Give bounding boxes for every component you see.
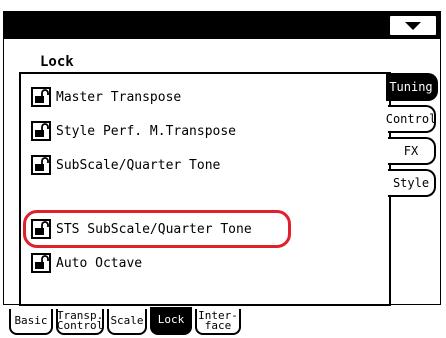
lock-item-label: SubScale/Quarter Tone bbox=[56, 157, 221, 173]
tab-label: Transp. Control bbox=[56, 309, 104, 332]
lock-open-icon[interactable] bbox=[31, 155, 51, 175]
section-title: Lock bbox=[40, 54, 74, 70]
lock-open-icon[interactable] bbox=[31, 253, 51, 273]
bottom-tab-bar: Basic Transp. Control Scale Lock Inter- … bbox=[9, 305, 244, 335]
lock-item-auto-octave[interactable]: Auto Octave bbox=[31, 250, 142, 276]
tab-control[interactable]: Control bbox=[385, 105, 437, 133]
title-bar bbox=[3, 11, 441, 39]
page-menu-button[interactable] bbox=[389, 15, 437, 36]
lock-open-icon[interactable] bbox=[31, 87, 51, 107]
lock-item-sts-subscale-quarter-tone[interactable]: STS SubScale/Quarter Tone bbox=[31, 216, 252, 242]
tab-label: Lock bbox=[157, 313, 185, 326]
lock-open-icon[interactable] bbox=[31, 121, 51, 141]
tab-label: Inter- face bbox=[198, 309, 238, 332]
lock-item-subscale-quarter-tone[interactable]: SubScale/Quarter Tone bbox=[31, 152, 220, 178]
tab-interface[interactable]: Inter- face bbox=[195, 309, 241, 335]
tab-label: Control bbox=[385, 112, 437, 126]
lock-item-style-perf-transpose[interactable]: Style Perf. M.Transpose bbox=[31, 118, 236, 144]
triangle-down-icon bbox=[405, 21, 421, 30]
lock-open-icon[interactable] bbox=[31, 219, 51, 239]
tab-lock[interactable]: Lock bbox=[150, 307, 192, 335]
tab-tuning[interactable]: Tuning bbox=[386, 73, 438, 101]
tab-label: Basic bbox=[14, 314, 48, 327]
tab-label: Tuning bbox=[389, 80, 433, 94]
tab-label: FX bbox=[403, 144, 419, 158]
tab-label: Scale bbox=[110, 314, 144, 327]
lock-item-master-transpose[interactable]: Master Transpose bbox=[31, 84, 181, 110]
lock-page-screen: Lock Master Transpose Style Perf. M.Tran… bbox=[3, 11, 443, 337]
lock-list: Master Transpose Style Perf. M.Transpose bbox=[19, 72, 391, 306]
lock-item-label: STS SubScale/Quarter Tone bbox=[56, 221, 252, 237]
lock-item-label: Style Perf. M.Transpose bbox=[56, 123, 237, 139]
tab-style[interactable]: Style bbox=[388, 169, 436, 197]
lock-panel: Lock Master Transpose Style Perf. M.Tran… bbox=[3, 38, 441, 306]
tab-label: Style bbox=[392, 176, 430, 190]
tab-fx[interactable]: FX bbox=[388, 137, 436, 165]
tab-scale[interactable]: Scale bbox=[107, 309, 147, 335]
lock-item-label: Auto Octave bbox=[56, 255, 143, 271]
lock-item-label: Master Transpose bbox=[56, 89, 182, 105]
tab-basic[interactable]: Basic bbox=[9, 309, 53, 335]
tab-transp-control[interactable]: Transp. Control bbox=[56, 309, 104, 335]
